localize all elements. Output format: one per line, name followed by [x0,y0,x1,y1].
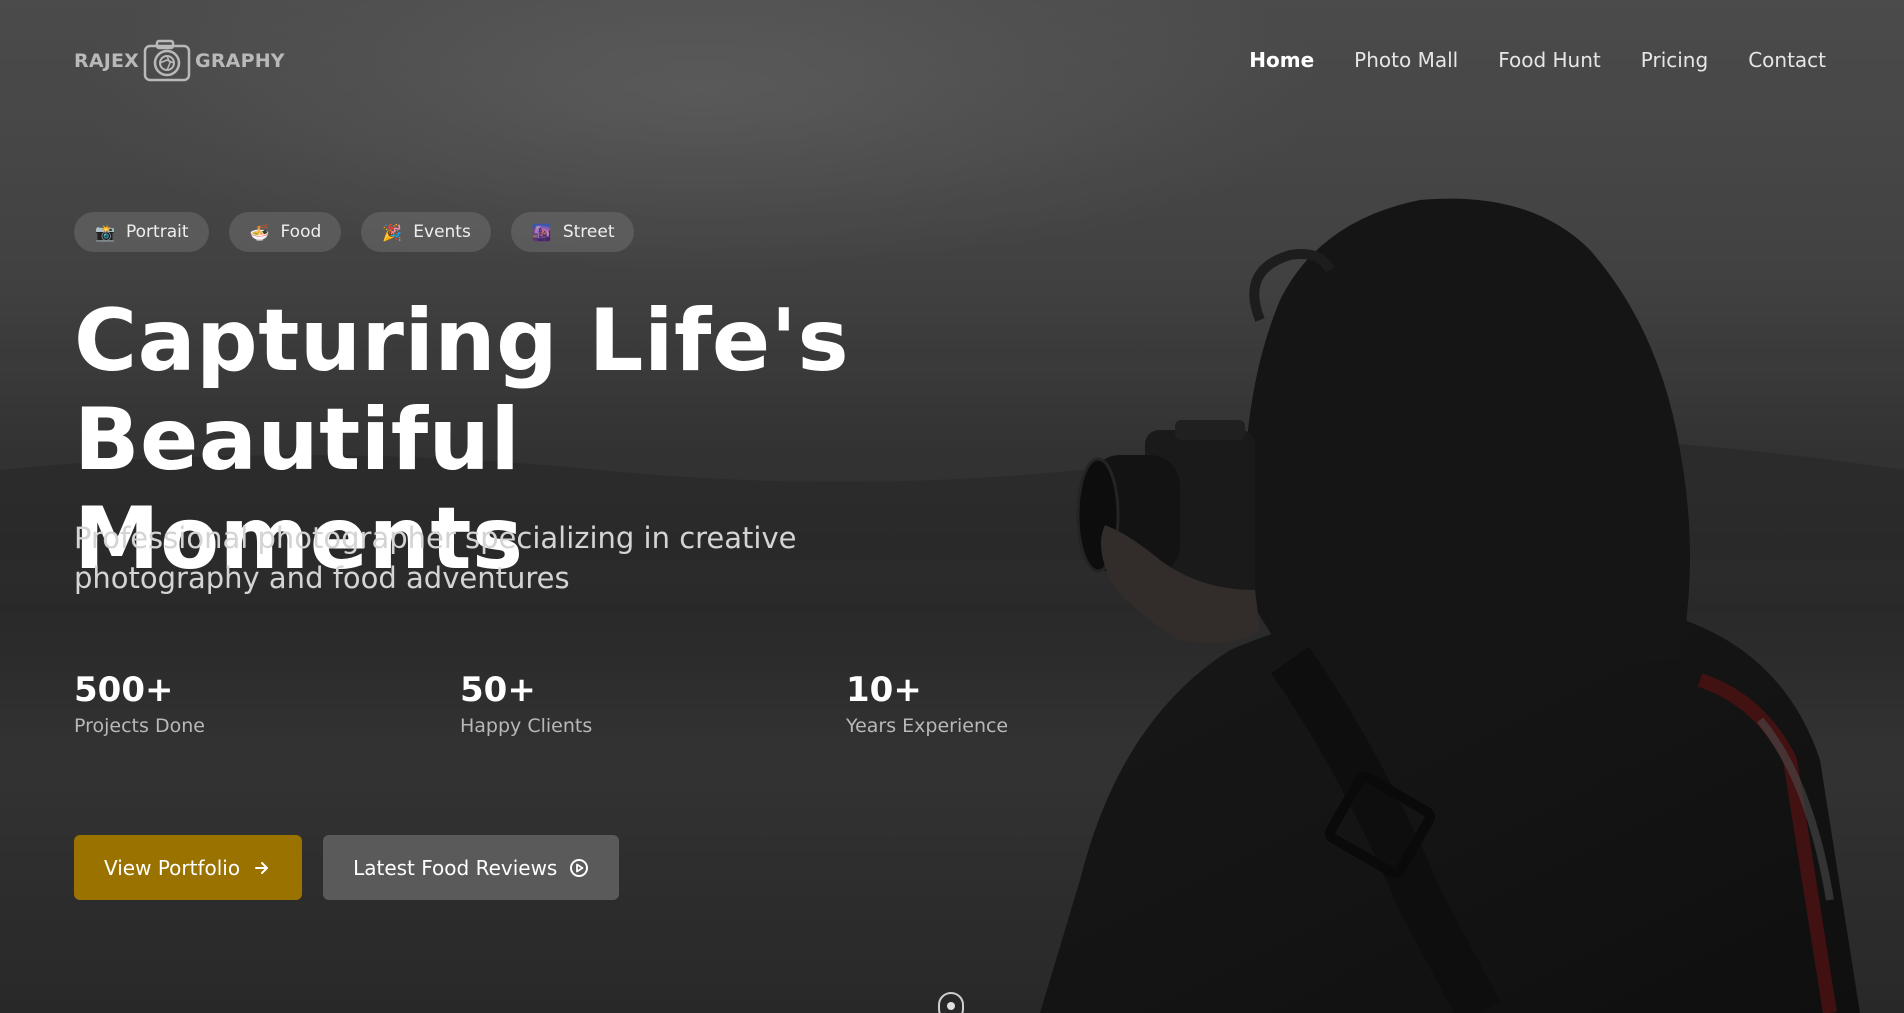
hero-actions: View Portfolio Latest Food Reviews [74,835,620,900]
stats-row: 500+ Projects Done 50+ Happy Clients 10+… [74,670,1232,740]
subtitle-line-1: Professional photographer specializing i… [74,521,797,555]
latest-food-reviews-button[interactable]: Latest Food Reviews [323,835,620,900]
nav-photo-mall[interactable]: Photo Mall [1354,48,1458,72]
stat-value: 10+ [846,670,922,710]
party-popper-icon: 🎉 [382,222,403,242]
headline-line-1: Capturing Life's Beautiful [74,291,850,490]
nav-pricing[interactable]: Pricing [1641,48,1708,72]
tag-label: Food [280,222,322,242]
nav-food-hunt[interactable]: Food Hunt [1498,48,1601,72]
play-circle-icon [570,858,589,877]
stat-experience: 10+ Years Experience [846,670,1232,740]
scroll-dot [947,1002,955,1010]
camera-flash-icon: 📸 [95,222,115,242]
subtitle-line-2: photography and food adventures [74,561,570,595]
view-portfolio-button[interactable]: View Portfolio [74,835,303,900]
nav-links: Home Photo Mall Food Hunt Pricing Contac… [1249,48,1826,72]
nav-home[interactable]: Home [1249,48,1314,72]
stat-value: 50+ [460,670,536,710]
stat-label: Years Experience [846,715,1009,737]
stat-value: 500+ [74,670,174,710]
stat-label: Happy Clients [460,715,593,737]
city-dusk-icon: 🌆 [531,222,552,242]
stat-label: Projects Done [74,715,205,737]
stat-clients: 50+ Happy Clients [460,670,846,740]
button-label: View Portfolio [104,855,241,880]
nav-contact[interactable]: Contact [1748,48,1826,72]
category-tags: 📸 Portrait 🍜 Food 🎉 Events 🌆 Street [74,212,635,252]
brand-logo[interactable]: RAJEX GRAPHY [74,36,285,86]
camera-aperture-icon [143,39,191,82]
tag-label: Events [413,222,471,242]
tag-street[interactable]: 🌆 Street [510,212,635,252]
tag-portrait[interactable]: 📸 Portrait [74,212,209,252]
scroll-down-indicator[interactable] [938,992,964,1013]
logo-text-right: GRAPHY [195,50,285,72]
tag-events[interactable]: 🎉 Events [361,212,491,252]
tag-food[interactable]: 🍜 Food [228,212,342,252]
tag-label: Portrait [126,222,189,242]
button-label: Latest Food Reviews [353,855,558,880]
arrow-right-icon [255,861,269,874]
hero-section: RAJEX GRAPHY Home Photo Mall Food Hunt P… [0,0,1904,1013]
logo-text-left: RAJEX [74,50,140,72]
noodle-bowl-icon: 🍜 [249,222,270,242]
top-navigation: RAJEX GRAPHY Home Photo Mall Food Hunt P… [0,0,1904,122]
tag-label: Street [562,222,615,242]
stat-projects: 500+ Projects Done [74,670,460,740]
hero-subtitle: Professional photographer specializing i… [74,518,834,598]
